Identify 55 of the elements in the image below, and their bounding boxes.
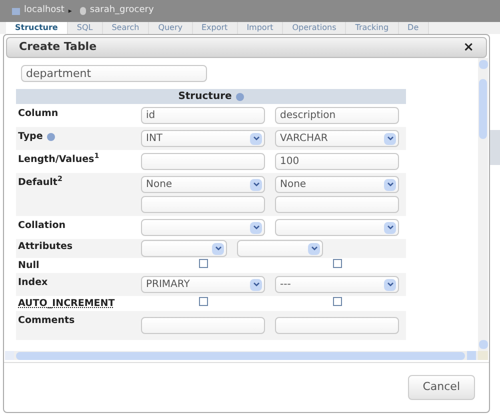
dropdown-arrow-icon	[308, 242, 320, 254]
dropdown[interactable]	[275, 219, 399, 236]
close-button[interactable]: ×	[463, 41, 474, 54]
field-label: Attributes	[18, 240, 73, 253]
dropdown-arrow-icon	[250, 222, 262, 234]
side-panel	[490, 130, 500, 165]
checkbox[interactable]	[198, 297, 208, 306]
field-label: Collation	[18, 219, 66, 232]
text-field[interactable]	[141, 196, 265, 213]
field-label: Index	[18, 276, 48, 289]
checkbox[interactable]	[332, 297, 342, 306]
dropdown[interactable]: INT	[141, 130, 265, 147]
field-label: Comments	[18, 314, 75, 327]
help-icon[interactable]	[236, 92, 244, 100]
text-field[interactable]	[275, 196, 399, 213]
dropdown-arrow-icon	[384, 222, 396, 234]
server-icon	[12, 8, 20, 14]
checkbox[interactable]	[198, 259, 208, 268]
help-icon[interactable]	[46, 132, 55, 140]
text-field[interactable]: description	[275, 107, 399, 124]
checkbox[interactable]	[332, 259, 342, 268]
dropdown-arrow-icon	[250, 278, 262, 290]
dialog-title: Create Table	[19, 39, 97, 56]
field-label: AUTO_INCREMENT	[18, 297, 115, 310]
dropdown[interactable]	[141, 240, 227, 257]
text-field[interactable]	[141, 153, 265, 170]
dropdown-arrow-icon	[212, 242, 224, 254]
dropdown[interactable]: None	[141, 176, 265, 193]
text-field[interactable]: id	[141, 107, 265, 124]
dropdown-arrow-icon	[250, 132, 262, 144]
text-field[interactable]: 100	[275, 153, 399, 170]
dropdown[interactable]: VARCHAR	[275, 130, 399, 147]
text-field[interactable]	[275, 317, 399, 334]
dropdown[interactable]: PRIMARY	[141, 276, 265, 293]
field-label: Null	[18, 259, 40, 272]
table-name-field[interactable]: department	[21, 65, 207, 82]
dropdown-arrow-icon	[384, 178, 396, 190]
horizontal-scrollbar[interactable]	[5, 351, 488, 360]
field-label: Column	[18, 107, 58, 120]
vertical-scrollbar[interactable]	[478, 58, 488, 351]
dropdown[interactable]	[237, 240, 323, 257]
field-label: Default$^{2}$	[18, 176, 62, 189]
field-label: Type	[18, 130, 43, 143]
dropdown-arrow-icon	[384, 278, 396, 290]
dropdown[interactable]: None	[275, 176, 399, 193]
structure-heading: Structure	[178, 90, 232, 104]
dropdown[interactable]	[141, 219, 265, 236]
tab[interactable]: Structure	[6, 22, 68, 34]
field-label: Length/Values$^{1}$	[18, 153, 100, 166]
dropdown[interactable]: ---	[275, 276, 399, 293]
text-field[interactable]	[141, 317, 265, 334]
database-icon	[80, 7, 86, 15]
dropdown-arrow-icon	[250, 178, 262, 190]
dropdown-arrow-icon	[384, 132, 396, 144]
cancel-button[interactable]: Cancel	[408, 375, 475, 400]
